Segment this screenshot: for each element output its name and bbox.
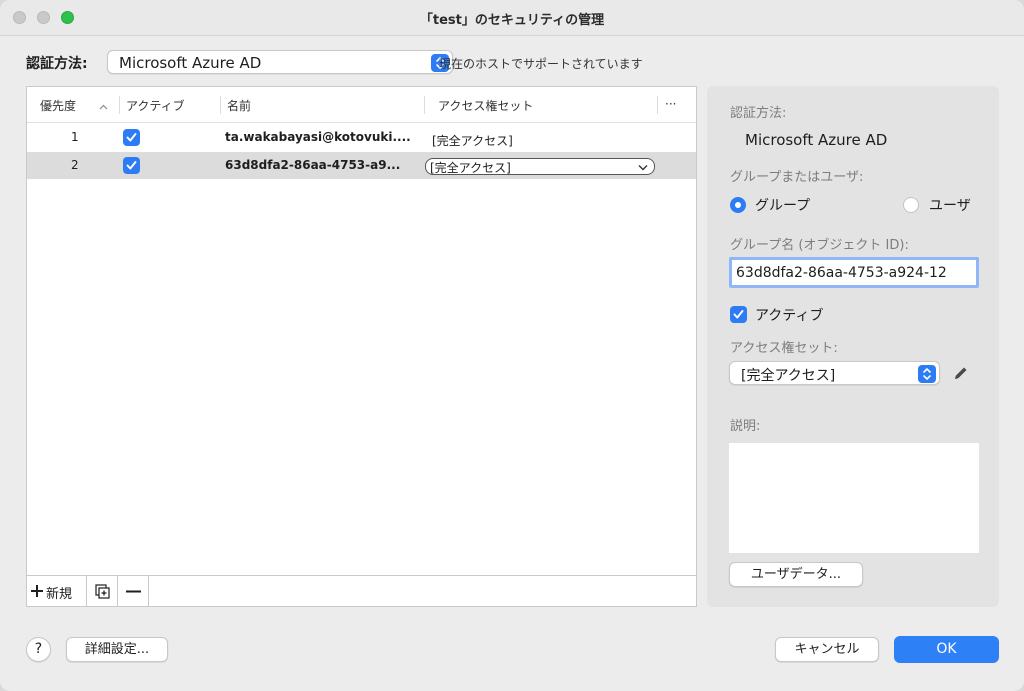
row-name: ta.wakabayasi@kotovuki....: [225, 130, 411, 144]
auth-method-label: 認証方法:: [26, 56, 88, 72]
column-active[interactable]: アクティブ: [126, 97, 185, 114]
remove-button[interactable]: [118, 576, 149, 606]
column-separator: [657, 96, 658, 114]
detail-auth-label: 認証方法:: [730, 106, 787, 121]
group-name-value: 63d8dfa2-86aa-4753-a924-12: [736, 265, 947, 281]
user-radio-label[interactable]: ユーザ: [929, 195, 971, 215]
column-separator: [424, 96, 425, 114]
table-footer: 新規: [27, 575, 696, 606]
user-radio[interactable]: [903, 197, 919, 213]
group-name-field[interactable]: 63d8dfa2-86aa-4753-a924-12: [729, 257, 979, 288]
group-radio[interactable]: [730, 197, 746, 213]
minus-icon: [126, 590, 141, 593]
table-row[interactable]: 2 63d8dfa2-86aa-4753-a9... [完全アクセス]: [27, 152, 696, 179]
detail-auth-value: Microsoft Azure AD: [745, 131, 888, 149]
row-access-set-popup[interactable]: [完全アクセス]: [425, 158, 655, 175]
window-title: 「test」のセキュリティの管理: [419, 13, 605, 28]
group-or-user-label: グループまたはユーザ:: [730, 170, 864, 185]
column-separator: [119, 96, 120, 114]
ok-button[interactable]: OK: [894, 636, 999, 663]
group-radio-label[interactable]: グループ: [755, 195, 810, 215]
table-row[interactable]: 1 ta.wakabayasi@kotovuki.... [完全アクセス]: [27, 124, 696, 151]
auth-method-row: 認証方法: Microsoft Azure AD 現在のホストでサポートされてい…: [26, 50, 706, 74]
row-access-set-value: [完全アクセス]: [430, 161, 511, 175]
chevron-up-icon: [99, 99, 108, 114]
access-set-popup[interactable]: [完全アクセス]: [729, 361, 940, 385]
row-name: 63d8dfa2-86aa-4753-a9...: [225, 158, 401, 172]
row-active-checkbox[interactable]: [123, 157, 140, 174]
up-down-chevron-icon: [918, 365, 936, 383]
auth-support-note: 現在のホストでサポートされています: [439, 57, 643, 71]
column-separator: [220, 96, 221, 114]
row-access-set: [完全アクセス]: [432, 134, 513, 148]
description-label: 説明:: [730, 419, 761, 434]
row-active-checkbox[interactable]: [123, 129, 140, 146]
new-button[interactable]: 新規: [27, 576, 87, 606]
auth-method-value: Microsoft Azure AD: [119, 54, 262, 72]
description-field[interactable]: [729, 443, 979, 553]
column-priority[interactable]: 優先度: [40, 97, 76, 114]
group-name-label: グループ名 (オブジェクト ID):: [730, 238, 909, 253]
access-set-label: アクセス権セット:: [730, 341, 838, 356]
auth-method-popup[interactable]: Microsoft Azure AD: [107, 50, 453, 74]
user-data-button[interactable]: ユーザデータ...: [729, 562, 863, 587]
advanced-settings-button[interactable]: 詳細設定...: [66, 637, 168, 662]
new-button-label: 新規: [46, 587, 73, 602]
pencil-icon[interactable]: [953, 365, 969, 385]
access-set-value: [完全アクセス]: [741, 368, 836, 384]
active-checkbox[interactable]: [730, 306, 747, 323]
security-dialog: 「test」のセキュリティの管理 認証方法: Microsoft Azure A…: [0, 0, 1024, 691]
title-bar: 「test」のセキュリティの管理: [0, 0, 1024, 36]
duplicate-icon: [95, 584, 110, 599]
row-priority: 1: [71, 130, 79, 144]
detail-panel: 認証方法: Microsoft Azure AD グループまたはユーザ: グルー…: [707, 86, 999, 607]
row-priority: 2: [71, 158, 79, 172]
cancel-button[interactable]: キャンセル: [775, 637, 879, 662]
column-more[interactable]: ···: [665, 97, 676, 111]
help-button[interactable]: ?: [26, 637, 51, 662]
table-header: 優先度 アクティブ 名前 アクセス権セット ···: [27, 87, 696, 123]
privilege-table: 優先度 アクティブ 名前 アクセス権セット ··· 1 ta.wakabayas…: [26, 86, 697, 607]
column-access-set[interactable]: アクセス権セット: [438, 97, 533, 114]
duplicate-button[interactable]: [87, 576, 118, 606]
column-name[interactable]: 名前: [227, 97, 251, 114]
chevron-down-icon: [638, 165, 648, 171]
plus-icon: [31, 585, 43, 597]
active-checkbox-label[interactable]: アクティブ: [755, 305, 823, 325]
